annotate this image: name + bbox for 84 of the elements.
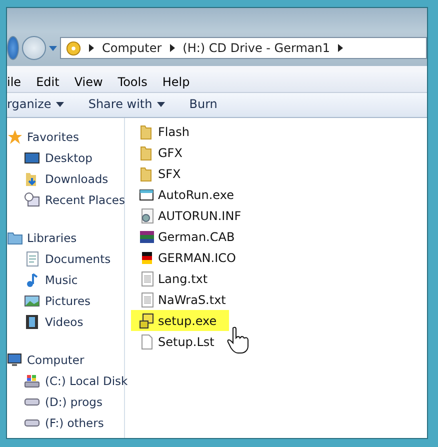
hand-cursor-icon — [227, 326, 249, 354]
file-item[interactable]: Flash — [131, 121, 194, 142]
file-name: German.CAB — [158, 230, 235, 244]
sidebar-item[interactable]: Downloads — [7, 168, 124, 189]
dropdown-caret-icon — [157, 102, 166, 106]
sidebar-item[interactable]: (D:) progs — [7, 391, 124, 412]
window-icon — [139, 186, 155, 202]
forward-button[interactable] — [22, 36, 46, 60]
file-item[interactable]: AUTORUN.INF — [131, 205, 246, 226]
breadcrumb-arrow-icon — [170, 44, 175, 52]
sidebar-group-label: Libraries — [27, 230, 77, 244]
sidebar-group-label: Computer — [27, 352, 84, 366]
file-name: Flash — [158, 124, 190, 138]
dropdown-caret-icon[interactable] — [49, 46, 57, 50]
sidebar-item[interactable]: Documents — [7, 248, 124, 269]
cd-icon — [66, 40, 81, 56]
monitor-icon — [24, 150, 40, 166]
text-document-icon — [139, 292, 155, 308]
document-icon — [139, 334, 155, 350]
document-icon — [24, 250, 40, 266]
breadcrumb-arrow-icon — [89, 44, 94, 52]
sidebar-item[interactable]: (F:) others — [7, 412, 124, 433]
breadcrumb-arrow-icon — [338, 44, 343, 52]
sidebar-item[interactable]: Desktop — [7, 147, 124, 168]
sidebar-item[interactable]: Videos — [7, 311, 124, 332]
toolbar-button[interactable]: rganize — [7, 97, 64, 111]
file-name: SFX — [158, 166, 181, 180]
sidebar-item-label: Desktop — [45, 150, 92, 164]
text-document-icon — [139, 270, 155, 286]
sidebar-item[interactable]: Recent Places — [7, 189, 124, 210]
sidebar-group[interactable]: Libraries — [7, 227, 124, 248]
breadcrumb[interactable]: Computer — [102, 41, 162, 55]
file-name: NaWraS.txt — [158, 292, 226, 306]
file-item[interactable]: Lang.txt — [131, 268, 212, 289]
sidebar-group-label: Favorites — [27, 130, 79, 144]
file-item[interactable]: SFX — [131, 163, 185, 184]
menu-item[interactable]: ile — [7, 75, 22, 89]
address-bar[interactable]: Computer (H:) CD Drive - German1 — [60, 37, 427, 59]
file-name: Setup.Lst — [158, 334, 214, 348]
file-name: Lang.txt — [158, 272, 208, 286]
toolbar-button[interactable]: Share with — [88, 97, 166, 111]
sidebar-item-label: Music — [45, 272, 78, 286]
sidebar-item[interactable]: Pictures — [7, 290, 124, 311]
menu-item[interactable]: Edit — [36, 75, 60, 89]
breadcrumb[interactable]: (H:) CD Drive - German1 — [182, 41, 330, 55]
file-name: GFX — [158, 146, 182, 160]
computer-icon — [7, 352, 23, 368]
file-name: GERMAN.ICO — [158, 250, 236, 264]
sidebar-item-label: Recent Places — [45, 192, 125, 206]
germany-flag-icon — [139, 250, 155, 266]
file-item[interactable]: German.CAB — [131, 226, 239, 247]
sidebar-item-label: Pictures — [45, 294, 91, 308]
drive-icon — [24, 418, 40, 426]
landscape-picture-icon — [24, 292, 40, 308]
menu-item[interactable]: Tools — [118, 75, 148, 89]
file-item[interactable]: AutoRun.exe — [131, 184, 238, 205]
file-item[interactable]: GFX — [131, 142, 186, 163]
sidebar-item-label: (C:) Local Disk — [45, 374, 128, 388]
sidebar-item[interactable]: Music — [7, 269, 124, 290]
file-item[interactable]: GERMAN.ICO — [131, 247, 240, 268]
sidebar-item-label: Documents — [45, 252, 111, 266]
sidebar-item-label: Videos — [45, 314, 84, 328]
library-folder-icon — [7, 230, 23, 246]
drive-icon — [24, 398, 40, 406]
sidebar-item-label: (F:) others — [45, 416, 104, 430]
file-name: setup.exe — [158, 314, 217, 328]
file-name: AUTORUN.INF — [158, 208, 242, 222]
star-icon — [7, 128, 23, 144]
music-note-icon — [24, 272, 40, 288]
file-item[interactable]: NaWraS.txt — [131, 289, 230, 310]
back-button[interactable] — [7, 36, 19, 60]
file-name: AutoRun.exe — [158, 188, 234, 202]
file-item[interactable]: setup.exe — [131, 310, 229, 331]
sidebar-group[interactable]: Favorites — [7, 126, 124, 147]
dropdown-caret-icon — [56, 102, 64, 106]
menu-item[interactable]: Help — [162, 75, 190, 89]
menu-item[interactable]: View — [74, 75, 103, 89]
windows-drive-icon — [24, 374, 40, 388]
toolbar-button[interactable]: Burn — [189, 97, 218, 111]
sidebar-item-label: (D:) progs — [45, 394, 102, 408]
film-strip-icon — [24, 314, 40, 330]
file-item[interactable]: Setup.Lst — [131, 331, 218, 352]
sidebar-group[interactable]: Computer — [7, 349, 124, 370]
sidebar-item-label: Downloads — [45, 172, 108, 186]
